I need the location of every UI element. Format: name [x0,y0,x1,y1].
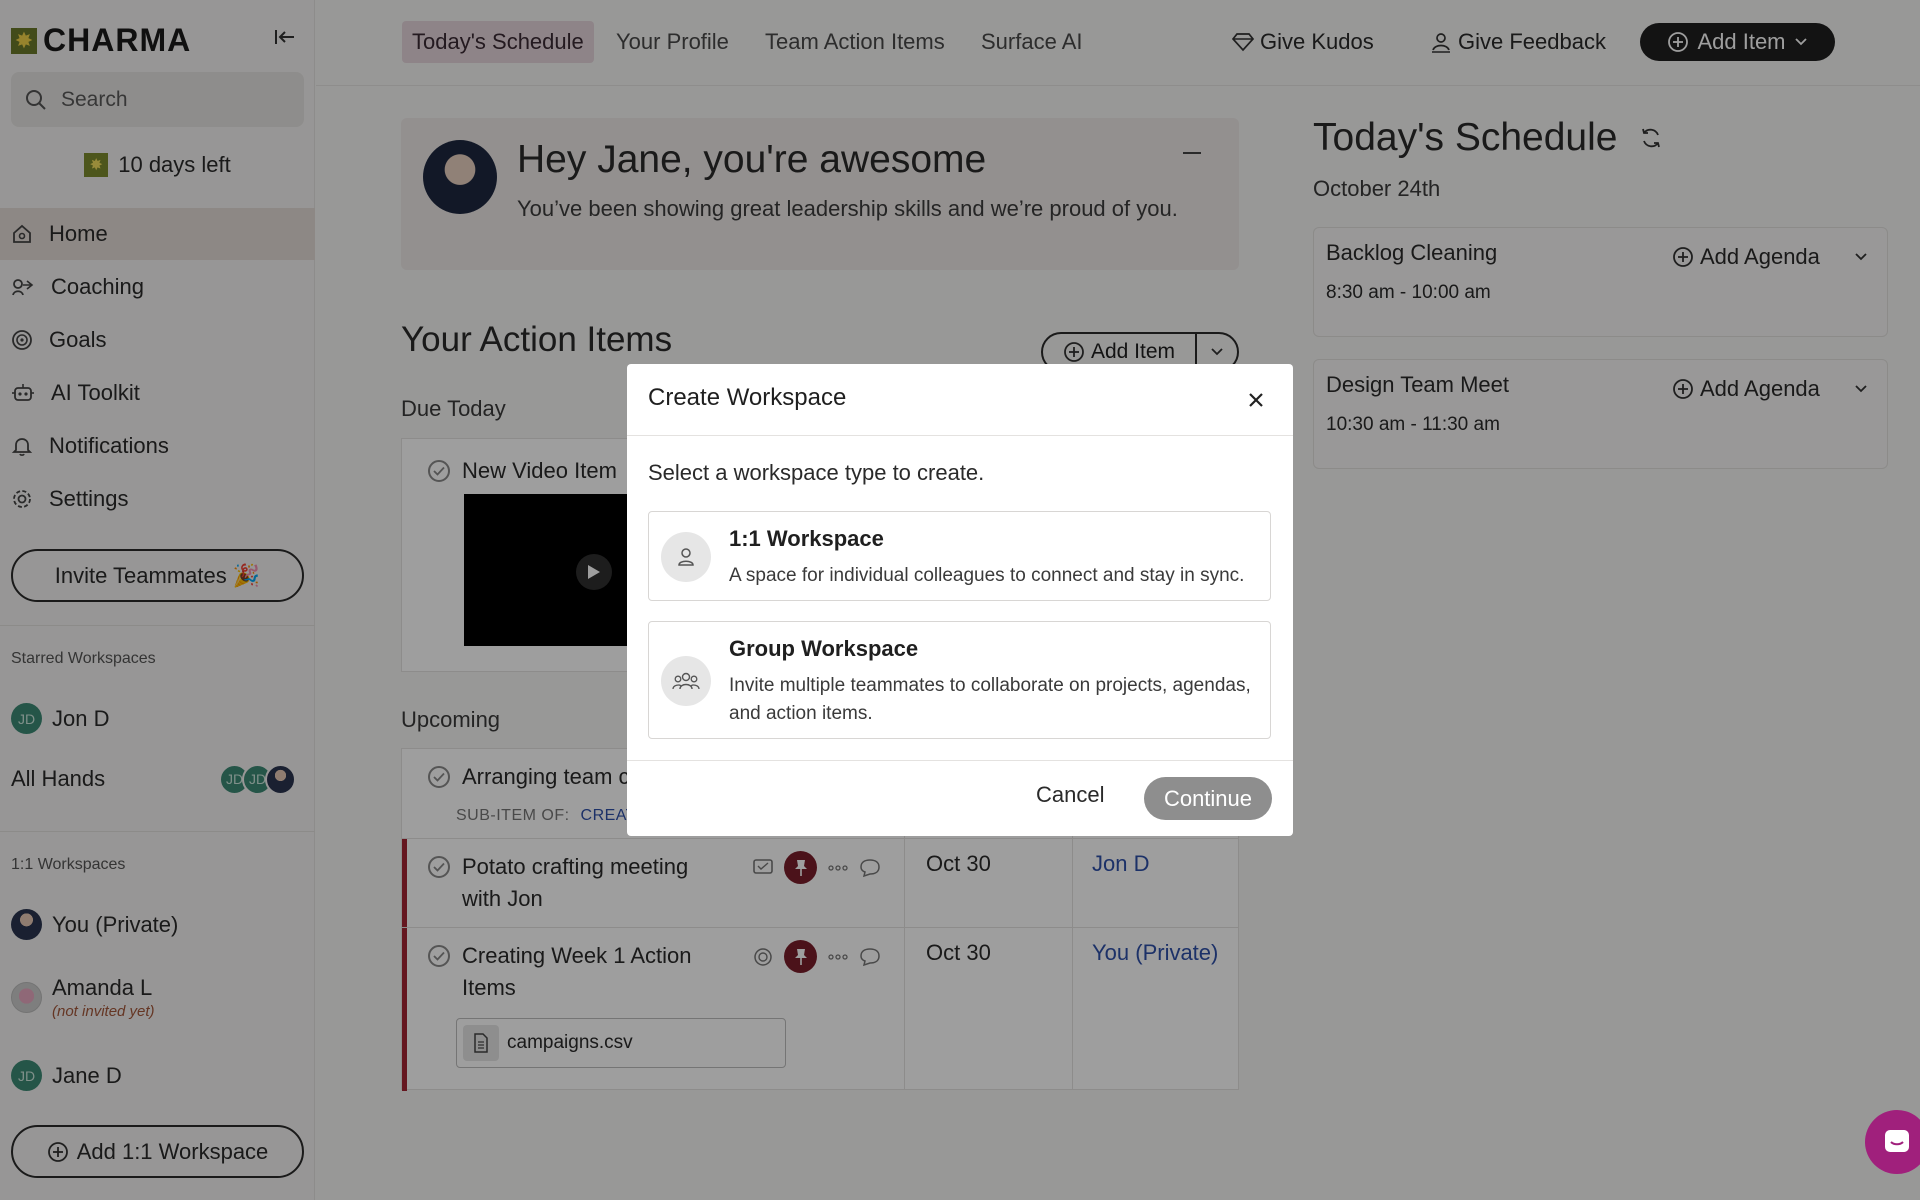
chat-icon [1885,1130,1909,1152]
option-title: Group Workspace [729,636,919,661]
modal-footer-divider [627,760,1293,761]
modal-prompt: Select a workspace type to create. [648,460,985,485]
close-icon[interactable] [1244,388,1268,412]
create-workspace-modal: Create Workspace Select a workspace type… [627,364,1293,836]
modal-header: Create Workspace [627,364,1293,436]
option-group-workspace[interactable]: Group Workspace Invite multiple teammate… [648,621,1271,739]
person-icon [661,532,711,582]
cancel-button[interactable]: Cancel [1036,782,1104,808]
modal-title: Create Workspace [648,384,847,411]
continue-button[interactable]: Continue [1144,777,1272,820]
option-1-1-workspace[interactable]: 1:1 Workspace A space for individual col… [648,511,1271,601]
chat-support-button[interactable] [1865,1110,1920,1174]
option-description: A space for individual colleagues to con… [729,565,1245,586]
group-icon [661,656,711,706]
option-title: 1:1 Workspace [729,526,884,551]
option-description: Invite multiple teammates to collaborate… [729,675,1251,724]
